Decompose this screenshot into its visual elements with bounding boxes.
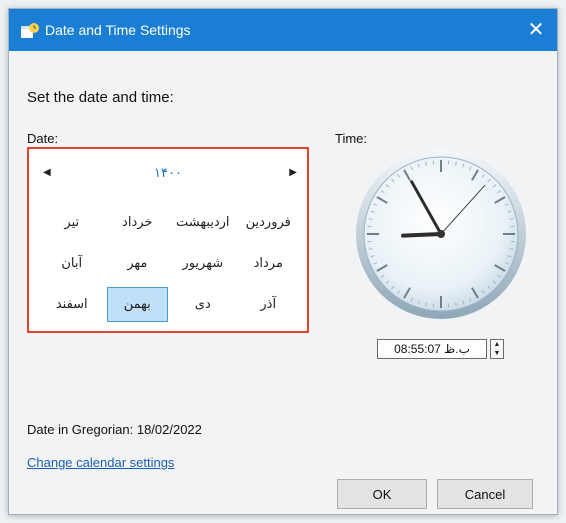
- month-cell[interactable]: تیر: [39, 201, 105, 242]
- time-input[interactable]: 08:55:07 ب.ظ: [377, 339, 487, 359]
- dialog-heading: Set the date and time:: [27, 89, 174, 106]
- month-cell-selected[interactable]: بهمن: [106, 286, 168, 322]
- month-cell[interactable]: اردیبهشت: [170, 201, 236, 242]
- change-calendar-settings-link[interactable]: Change calendar settings: [27, 455, 174, 470]
- month-cell[interactable]: اسفند: [39, 284, 105, 325]
- date-label: Date:: [27, 131, 59, 146]
- spin-down-arrow-icon[interactable]: ▼: [491, 349, 503, 358]
- clock-center-pin: [437, 230, 445, 238]
- cancel-button[interactable]: Cancel: [437, 479, 533, 509]
- calendar-next-button[interactable]: ▶: [289, 167, 297, 178]
- month-cell[interactable]: شهریور: [170, 242, 236, 283]
- gregorian-date-text: Date in Gregorian: 18/02/2022: [27, 422, 202, 437]
- month-cell[interactable]: فروردین: [236, 201, 302, 242]
- time-spinner[interactable]: ▲ ▼: [490, 339, 504, 359]
- analog-clock: [356, 149, 526, 319]
- title-bar: Date and Time Settings ✕: [9, 9, 557, 51]
- calendar-month-picker: ◀ ۱۴۰۰ ▶ فروردین اردیبهشت خرداد تیر مردا…: [27, 147, 309, 333]
- month-cell[interactable]: آبان: [39, 242, 105, 283]
- month-cell[interactable]: آذر: [236, 284, 302, 325]
- calendar-clock-icon: [21, 23, 39, 38]
- calendar-year-header[interactable]: ۱۴۰۰: [29, 165, 307, 181]
- month-cell[interactable]: مهر: [105, 242, 171, 283]
- month-cell[interactable]: خرداد: [105, 201, 171, 242]
- spin-up-arrow-icon[interactable]: ▲: [491, 340, 503, 349]
- month-cell[interactable]: مرداد: [236, 242, 302, 283]
- hour-hand: [401, 232, 443, 238]
- ok-button[interactable]: OK: [337, 479, 427, 509]
- window-title: Date and Time Settings: [45, 22, 191, 38]
- date-time-settings-dialog: Date and Time Settings ✕ Set the date an…: [8, 8, 558, 515]
- month-grid: فروردین اردیبهشت خرداد تیر مرداد شهریور …: [39, 201, 301, 325]
- month-cell[interactable]: دی: [170, 284, 236, 325]
- close-button[interactable]: ✕: [521, 15, 551, 45]
- time-label: Time:: [335, 131, 368, 146]
